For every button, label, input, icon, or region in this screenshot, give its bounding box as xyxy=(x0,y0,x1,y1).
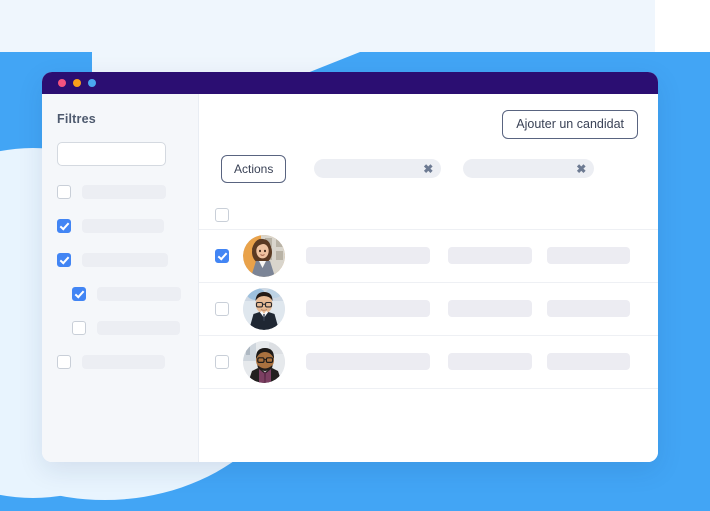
filters-title: Filtres xyxy=(57,112,96,126)
filter-checkbox[interactable] xyxy=(57,354,71,369)
window-titlebar xyxy=(42,72,658,94)
filter-chip[interactable]: ✖ xyxy=(314,159,442,178)
filter-label-placeholder xyxy=(82,218,164,233)
filter-row-nested[interactable] xyxy=(42,282,198,305)
table-row[interactable] xyxy=(199,336,658,389)
maximize-window-dot-icon[interactable] xyxy=(88,79,96,87)
table-cell-placeholder xyxy=(448,353,532,370)
avatar xyxy=(243,234,285,277)
filters-sidebar: Filtres xyxy=(42,94,199,462)
filter-row[interactable] xyxy=(42,180,198,203)
minimize-window-dot-icon[interactable] xyxy=(73,79,81,87)
row-select-checkbox[interactable] xyxy=(215,248,229,263)
filter-label-placeholder xyxy=(82,252,168,267)
add-candidate-button[interactable]: Ajouter un candidat xyxy=(502,110,638,139)
table-cell-placeholder xyxy=(547,353,630,370)
filter-label-placeholder xyxy=(82,354,165,369)
table-header-row xyxy=(199,201,658,230)
filter-checkbox[interactable] xyxy=(72,286,86,301)
main-toolbar: Actions ✖ ✖ xyxy=(199,139,658,183)
table-cell-placeholder xyxy=(448,300,532,317)
actions-button[interactable]: Actions xyxy=(221,154,287,183)
table-cell-placeholder xyxy=(306,300,430,317)
filter-list xyxy=(42,180,198,373)
close-icon[interactable]: ✖ xyxy=(576,163,586,175)
row-select-checkbox[interactable] xyxy=(215,301,229,316)
select-all-checkbox[interactable] xyxy=(215,207,229,222)
filter-checkbox[interactable] xyxy=(57,252,71,267)
table-row[interactable] xyxy=(199,230,658,283)
filter-search-input[interactable] xyxy=(57,142,166,166)
table-cell-placeholder xyxy=(306,247,430,264)
filter-checkbox[interactable] xyxy=(57,184,71,199)
table-row[interactable] xyxy=(199,283,658,336)
main-topbar: Ajouter un candidat xyxy=(199,94,658,139)
filter-chip[interactable]: ✖ xyxy=(463,159,595,178)
avatar xyxy=(243,340,285,383)
close-window-dot-icon[interactable] xyxy=(58,79,66,87)
row-select-checkbox[interactable] xyxy=(215,354,229,369)
table-cell-placeholder xyxy=(547,247,630,264)
filter-checkbox[interactable] xyxy=(57,218,71,233)
background-pale-panel xyxy=(0,0,655,53)
page-stage: Filtres Ajouter un candidat Actions ✖ ✖ xyxy=(0,0,710,511)
filter-label-placeholder xyxy=(97,320,180,335)
window-body: Filtres Ajouter un candidat Actions ✖ ✖ xyxy=(42,94,658,462)
close-icon[interactable]: ✖ xyxy=(423,163,433,175)
filter-row-nested[interactable] xyxy=(42,316,198,339)
main-content: Ajouter un candidat Actions ✖ ✖ xyxy=(199,94,658,462)
filter-row[interactable] xyxy=(42,350,198,373)
avatar xyxy=(243,287,285,330)
filter-row[interactable] xyxy=(42,248,198,271)
table-cell-placeholder xyxy=(306,353,430,370)
filter-label-placeholder xyxy=(97,286,181,301)
candidates-table xyxy=(199,201,658,389)
app-window: Filtres Ajouter un candidat Actions ✖ ✖ xyxy=(42,72,658,462)
filter-checkbox[interactable] xyxy=(72,320,86,335)
filter-row[interactable] xyxy=(42,214,198,237)
filter-label-placeholder xyxy=(82,184,166,199)
table-cell-placeholder xyxy=(448,247,532,264)
table-cell-placeholder xyxy=(547,300,630,317)
